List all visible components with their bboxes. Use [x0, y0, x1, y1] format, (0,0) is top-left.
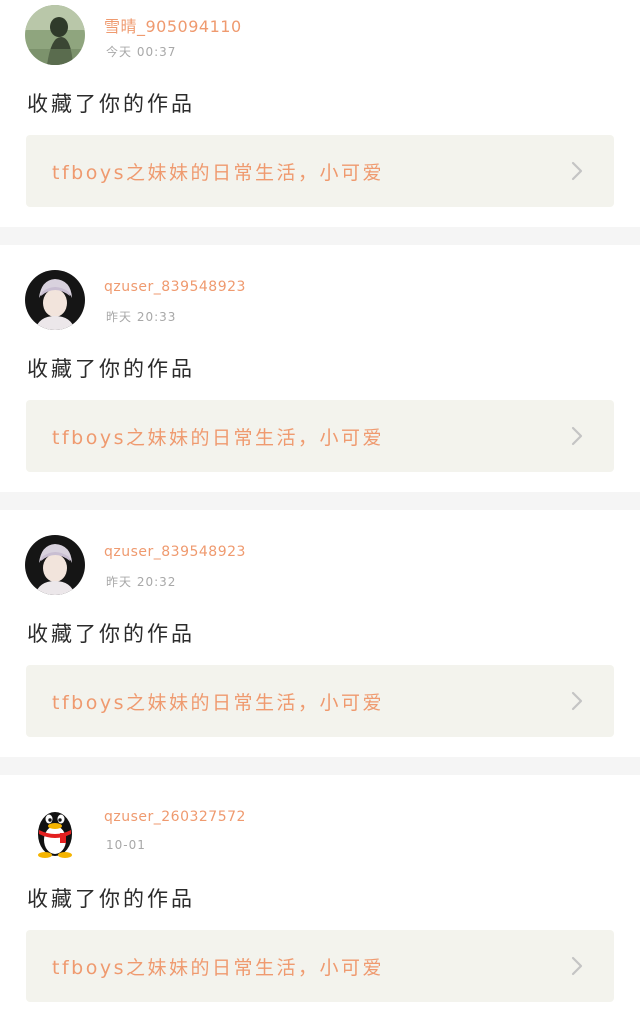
avatar[interactable] [25, 800, 85, 860]
action-text: 收藏了你的作品 [27, 357, 195, 381]
chevron-right-icon [571, 426, 583, 446]
chevron-right-icon [571, 691, 583, 711]
timestamp: 昨天 20:32 [106, 575, 177, 589]
avatar[interactable] [25, 535, 85, 595]
separator [0, 492, 640, 510]
action-text: 收藏了你的作品 [27, 887, 195, 911]
timestamp: 今天 00:37 [106, 45, 177, 59]
avatar[interactable] [25, 270, 85, 330]
action-text: 收藏了你的作品 [27, 92, 195, 116]
chevron-right-icon [571, 161, 583, 181]
notification-card: qzuser_839548923 昨天 20:32 收藏了你的作品 tfboys… [0, 510, 640, 757]
avatar-photo-icon [25, 535, 85, 595]
username[interactable]: 雪晴_905094110 [104, 13, 242, 37]
avatar[interactable] [25, 5, 85, 65]
work-title: tfboys之妹妹的日常生活，小可爱 [52, 427, 384, 449]
work-link[interactable]: tfboys之妹妹的日常生活，小可爱 [26, 135, 614, 207]
chevron-right-icon [571, 956, 583, 976]
timestamp: 昨天 20:33 [106, 310, 177, 324]
work-title: tfboys之妹妹的日常生活，小可爱 [52, 162, 384, 184]
notification-card: 雪晴_905094110 今天 00:37 收藏了你的作品 tfboys之妹妹的… [0, 0, 640, 227]
notification-feed: 雪晴_905094110 今天 00:37 收藏了你的作品 tfboys之妹妹的… [0, 0, 640, 1010]
action-text: 收藏了你的作品 [27, 622, 195, 646]
work-link[interactable]: tfboys之妹妹的日常生活，小可爱 [26, 400, 614, 472]
work-link[interactable]: tfboys之妹妹的日常生活，小可爱 [26, 665, 614, 737]
work-title: tfboys之妹妹的日常生活，小可爱 [52, 957, 384, 979]
avatar-photo-icon [25, 270, 85, 330]
work-link[interactable]: tfboys之妹妹的日常生活，小可爱 [26, 930, 614, 1002]
separator [0, 757, 640, 775]
username[interactable]: qzuser_260327572 [104, 809, 246, 825]
timestamp: 10-01 [106, 838, 146, 852]
avatar-photo-icon [25, 5, 85, 65]
qq-penguin-icon [25, 800, 85, 860]
work-title: tfboys之妹妹的日常生活，小可爱 [52, 692, 384, 714]
username[interactable]: qzuser_839548923 [104, 544, 246, 560]
notification-card: qzuser_260327572 10-01 收藏了你的作品 tfboys之妹妹… [0, 775, 640, 1010]
separator [0, 227, 640, 245]
username[interactable]: qzuser_839548923 [104, 279, 246, 295]
notification-card: qzuser_839548923 昨天 20:33 收藏了你的作品 tfboys… [0, 245, 640, 492]
